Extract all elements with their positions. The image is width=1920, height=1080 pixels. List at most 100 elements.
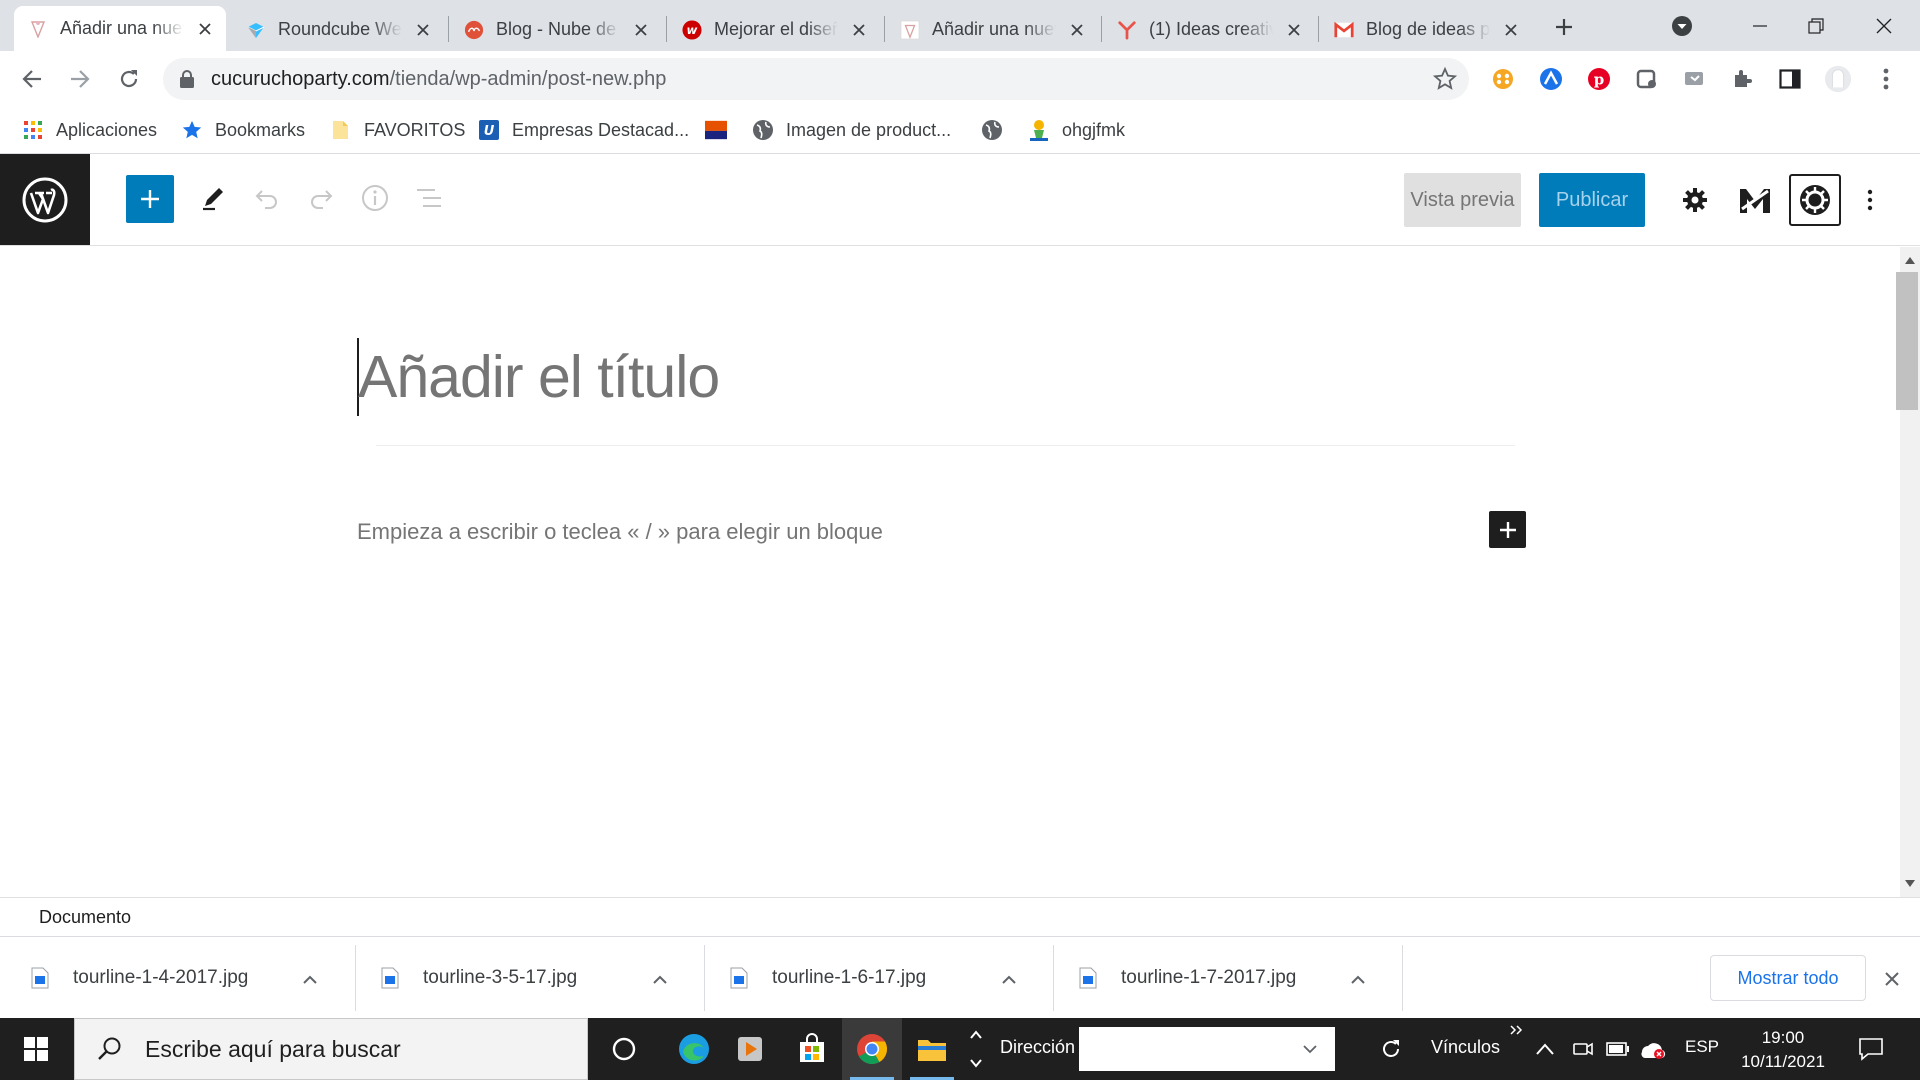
- add-block-button[interactable]: [1489, 511, 1526, 548]
- close-tab-icon[interactable]: [412, 19, 434, 41]
- tab-title: Blog - Nube de ideas: [496, 19, 620, 39]
- bookmark-aplicaciones[interactable]: Aplicaciones: [22, 116, 157, 144]
- battery-icon[interactable]: [1605, 1036, 1631, 1062]
- bookmark-favoritos[interactable]: FAVORITOS: [330, 116, 465, 144]
- tab-title: Roundcube Webmail: [278, 19, 402, 39]
- publish-button[interactable]: Publicar: [1539, 173, 1645, 227]
- minimize-window-icon[interactable]: [1740, 8, 1780, 44]
- chevron-down-icon[interactable]: [1303, 1045, 1317, 1054]
- bookmark-flag[interactable]: [705, 116, 739, 144]
- address-bar[interactable]: cucuruchoparty.com/tienda/wp-admin/post-…: [163, 58, 1469, 100]
- chevron-up-icon[interactable]: [999, 969, 1019, 989]
- edit-tool-button[interactable]: [191, 176, 235, 220]
- links-toolbar-label[interactable]: Vínculos: [1431, 1037, 1500, 1058]
- scroll-up-icon[interactable]: [1902, 252, 1918, 268]
- taskbar-edge[interactable]: [664, 1018, 724, 1080]
- tab-anadir-2[interactable]: Añadir una nueva entrada: [886, 8, 1096, 51]
- honey-extension-icon[interactable]: [1489, 65, 1517, 93]
- download-item[interactable]: tourline-1-7-2017.jpg: [1048, 937, 1398, 1019]
- post-title-input[interactable]: Añadir el título: [358, 343, 1508, 411]
- bookmark-globe[interactable]: [981, 116, 1015, 144]
- scroll-down-icon[interactable]: [1902, 876, 1918, 892]
- autodesk-extension-icon[interactable]: [1537, 65, 1565, 93]
- close-tab-icon[interactable]: [1066, 19, 1088, 41]
- restore-window-icon[interactable]: [1796, 8, 1836, 44]
- breadcrumb-document[interactable]: Documento: [39, 907, 131, 928]
- tab-blog-gmail[interactable]: Blog de ideas para: [1320, 8, 1532, 51]
- bookmark-imagen-producto[interactable]: Imagen de product...: [752, 116, 951, 144]
- close-tab-icon[interactable]: [1283, 19, 1305, 41]
- reload-button[interactable]: [111, 61, 147, 97]
- tab-ideas[interactable]: (1) Ideas creativas: [1103, 8, 1313, 51]
- new-tab-button[interactable]: [1549, 12, 1579, 42]
- close-shelf-icon[interactable]: [1880, 967, 1904, 991]
- download-filename: tourline-1-4-2017.jpg: [73, 967, 249, 988]
- tab-manager-extension-icon[interactable]: [1633, 65, 1661, 93]
- start-button[interactable]: [0, 1018, 72, 1080]
- taskbar-store[interactable]: [782, 1018, 842, 1080]
- pinterest-extension-icon[interactable]: p: [1585, 65, 1613, 93]
- network-disconnected-icon[interactable]: [1640, 1036, 1666, 1062]
- tab-search-button[interactable]: [1662, 8, 1702, 44]
- show-hidden-icons-button[interactable]: [1532, 1036, 1558, 1062]
- close-window-icon[interactable]: [1864, 8, 1904, 44]
- bookmark-label: Bookmarks: [215, 119, 306, 140]
- bookmark-star-icon[interactable]: [1433, 67, 1457, 91]
- chevron-double-right-icon[interactable]: [1508, 1022, 1524, 1038]
- url-path: /tienda/wp-admin/post-new.php: [389, 67, 667, 90]
- download-item[interactable]: tourline-1-4-2017.jpg: [0, 937, 350, 1019]
- settings-button[interactable]: [1671, 176, 1719, 224]
- block-placeholder[interactable]: Empieza a escribir o teclea « / » para e…: [357, 519, 883, 545]
- tab-mejorar[interactable]: w Mejorar el diseño: [668, 8, 880, 51]
- show-all-downloads-button[interactable]: Mostrar todo: [1710, 955, 1866, 1001]
- chevron-up-icon[interactable]: [650, 969, 670, 989]
- download-item[interactable]: tourline-3-5-17.jpg: [350, 937, 700, 1019]
- download-item[interactable]: tourline-1-6-17.jpg: [699, 937, 1049, 1019]
- address-go-button[interactable]: [1378, 1036, 1404, 1062]
- undo-button[interactable]: [245, 176, 289, 220]
- screen-capture-extension-icon[interactable]: [1681, 65, 1709, 93]
- block-inserter-toggle[interactable]: [126, 175, 174, 223]
- system-clock[interactable]: 19:00 10/11/2021: [1738, 1026, 1828, 1074]
- close-tab-icon[interactable]: [194, 18, 216, 40]
- plugin-sidebar-button[interactable]: [1789, 174, 1841, 226]
- back-button[interactable]: [14, 61, 50, 97]
- bookmark-bookmarks[interactable]: Bookmarks: [181, 116, 305, 144]
- tab-active[interactable]: Añadir una nueva entrada: [14, 6, 226, 51]
- details-button[interactable]: [353, 176, 397, 220]
- tab-nube[interactable]: Blog - Nube de ideas: [450, 8, 660, 51]
- yoast-seo-button[interactable]: [1731, 176, 1779, 224]
- extensions-puzzle-icon[interactable]: [1729, 65, 1757, 93]
- taskbar-search[interactable]: Escribe aquí para buscar: [74, 1018, 588, 1080]
- chevron-up-icon[interactable]: [1348, 969, 1368, 989]
- taskbar-chrome[interactable]: [842, 1018, 902, 1080]
- preview-button[interactable]: Vista previa: [1404, 173, 1521, 227]
- options-menu-button[interactable]: [1855, 176, 1885, 224]
- close-tab-icon[interactable]: [630, 19, 652, 41]
- cucurucho-favicon-icon: [28, 19, 48, 39]
- toolbar-scroll-buttons[interactable]: [966, 1024, 986, 1074]
- chevron-up-icon[interactable]: [300, 969, 320, 989]
- clock-date: 10/11/2021: [1741, 1052, 1825, 1071]
- task-view-button[interactable]: [594, 1018, 654, 1080]
- profile-avatar-icon[interactable]: [1824, 65, 1852, 93]
- notifications-button[interactable]: [1856, 1034, 1886, 1064]
- forward-button[interactable]: [62, 61, 98, 97]
- tab-roundcube[interactable]: Roundcube Webmail: [232, 8, 442, 51]
- scrollbar-thumb[interactable]: [1896, 272, 1918, 410]
- bookmark-ohgjfmk[interactable]: ohgjfmk: [1028, 116, 1125, 144]
- side-panel-icon[interactable]: [1776, 65, 1804, 93]
- image-file-icon: [730, 967, 748, 989]
- wordpress-logo-icon[interactable]: [0, 154, 90, 245]
- input-language[interactable]: ESP: [1685, 1037, 1719, 1057]
- bookmark-empresas[interactable]: U Empresas Destacad...: [478, 116, 689, 144]
- list-view-button[interactable]: [407, 176, 451, 220]
- browser-menu-icon[interactable]: [1872, 65, 1900, 93]
- close-tab-icon[interactable]: [848, 19, 870, 41]
- redo-button[interactable]: [299, 176, 343, 220]
- meet-now-icon[interactable]: [1570, 1036, 1596, 1062]
- address-toolbar-input[interactable]: [1079, 1027, 1335, 1071]
- taskbar-file-explorer[interactable]: [902, 1018, 962, 1080]
- close-tab-icon[interactable]: [1500, 19, 1522, 41]
- taskbar-video-app[interactable]: [720, 1018, 780, 1080]
